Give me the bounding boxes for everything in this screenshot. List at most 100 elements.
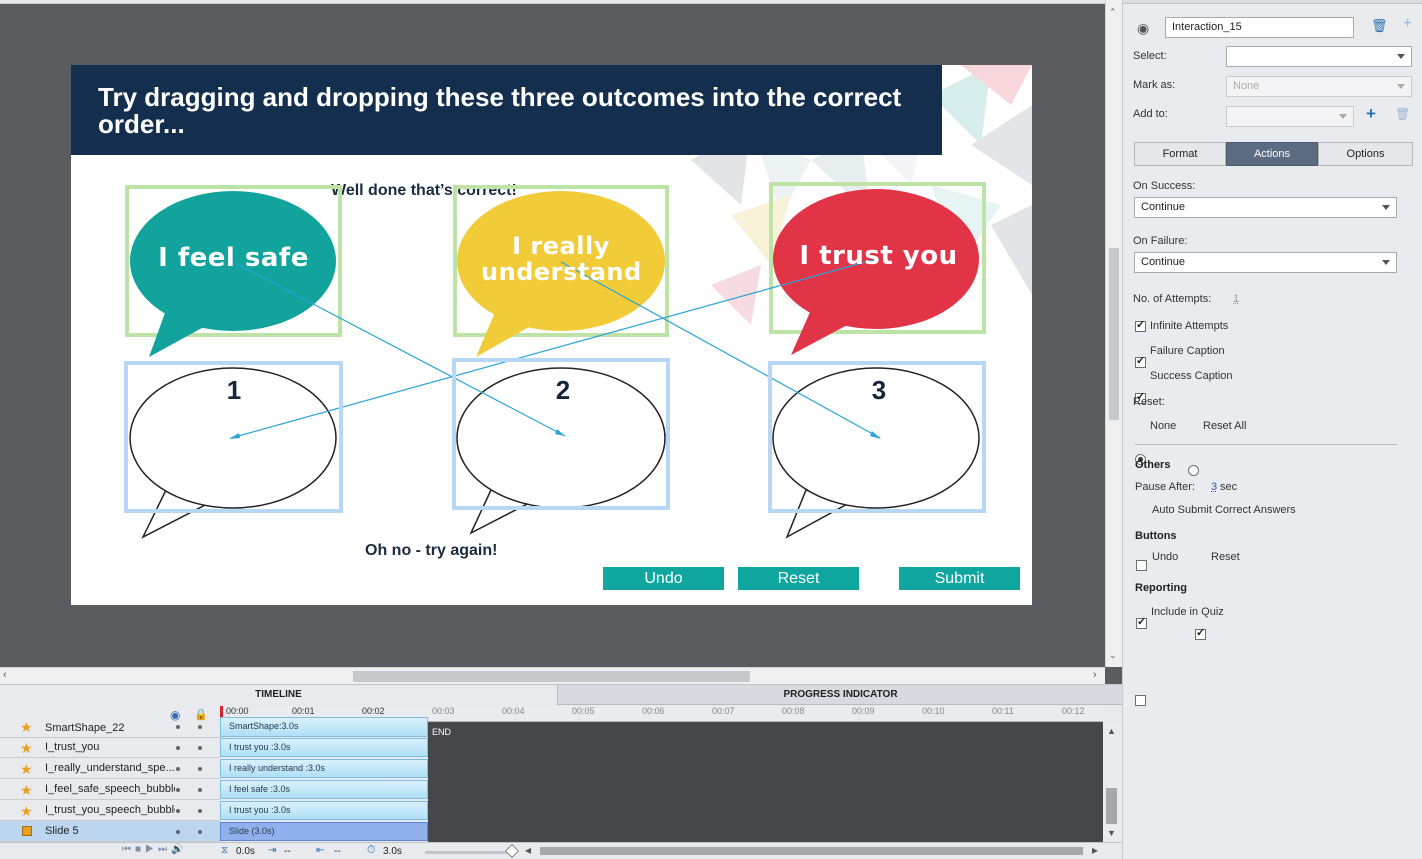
lock-dot[interactable]: [198, 830, 202, 834]
tab-format[interactable]: Format: [1134, 142, 1226, 166]
scroll-right-icon[interactable]: ▸: [1092, 843, 1098, 857]
timeline-tabs: TIMELINE PROGRESS INDICATOR: [0, 685, 1122, 705]
on-failure-label: On Failure:: [1133, 235, 1187, 247]
auto-submit-checkbox[interactable]: [1136, 560, 1147, 571]
buttons-heading: Buttons: [1135, 530, 1177, 542]
undo-checkbox[interactable]: [1136, 618, 1147, 629]
attempts-value[interactable]: 1: [1233, 293, 1239, 305]
layer-row-selected[interactable]: Slide 5: [0, 821, 220, 842]
scroll-left-icon[interactable]: ◂: [525, 843, 531, 857]
timeline-bar-slide[interactable]: Slide (3.0s): [220, 822, 428, 841]
trash-icon[interactable]: 🗑: [1371, 18, 1388, 34]
on-failure-dropdown[interactable]: Continue: [1134, 252, 1397, 273]
scroll-left-icon[interactable]: ‹: [3, 669, 7, 681]
lock-dot[interactable]: [198, 788, 202, 792]
tick-9: 00:09: [852, 706, 875, 716]
markas-dropdown[interactable]: None: [1226, 76, 1412, 97]
slide-canvas[interactable]: Try dragging and dropping these three ou…: [71, 65, 1032, 605]
addto-dropdown[interactable]: [1226, 106, 1354, 127]
layer-row[interactable]: ★ I_trust_you_speech_bubble: [0, 800, 220, 821]
tick-0: 00:00: [226, 706, 249, 716]
tick-11: 00:11: [992, 706, 1014, 716]
visibility-dot[interactable]: [176, 788, 180, 792]
lock-dot[interactable]: [198, 767, 202, 771]
bubble-text-trust-you: I trust you: [786, 241, 971, 271]
select-dropdown[interactable]: [1226, 46, 1412, 67]
layer-row[interactable]: ★ I_really_understand_spe...: [0, 758, 220, 779]
timeline-bar[interactable]: I feel safe :3.0s: [220, 780, 428, 799]
tick-8: 00:08: [782, 706, 805, 716]
visibility-dot[interactable]: [176, 746, 180, 750]
zoom-slider[interactable]: [425, 851, 517, 854]
bubbles-layer: [71, 65, 1032, 605]
tick-7: 00:07: [712, 706, 735, 716]
select-label: Select:: [1133, 50, 1167, 62]
zoom-slider-handle[interactable]: [505, 844, 519, 858]
properties-panel: ◉ Interaction_15 🗑 + Select: Mark as: No…: [1122, 0, 1422, 859]
layer-row[interactable]: ★ I_feel_safe_speech_bubble: [0, 779, 220, 800]
duration-icon: ⏱: [367, 844, 376, 857]
scroll-up-icon[interactable]: ⌃: [1109, 7, 1117, 18]
pause-after-value[interactable]: 3: [1211, 481, 1217, 493]
tab-timeline[interactable]: TIMELINE: [0, 685, 558, 705]
others-heading: Others: [1135, 459, 1170, 471]
visibility-dot[interactable]: [176, 809, 180, 813]
addto-plus-icon[interactable]: +: [1366, 104, 1376, 124]
scroll-up-icon[interactable]: ▲: [1107, 726, 1116, 736]
scroll-right-icon[interactable]: ›: [1093, 669, 1097, 681]
visibility-dot[interactable]: [176, 725, 180, 729]
layer-row[interactable]: ★ SmartShape_22: [0, 716, 220, 738]
stage-horizontal-scrollbar[interactable]: ‹ ›: [0, 667, 1105, 684]
lock-dot[interactable]: [198, 746, 202, 750]
reset-none-label: None: [1150, 420, 1176, 432]
failure-caption-checkbox[interactable]: [1135, 357, 1146, 368]
stage-vertical-scrollbar[interactable]: ⌃ ⌄: [1105, 0, 1122, 667]
timeline-bar[interactable]: I trust you :3.0s: [220, 801, 428, 820]
reset-all-radio[interactable]: [1188, 465, 1199, 476]
tick-10: 00:10: [922, 706, 945, 716]
add-icon[interactable]: +: [1403, 15, 1412, 33]
layer-name: SmartShape_22: [45, 718, 175, 738]
star-icon: ★: [20, 780, 33, 800]
tab-actions[interactable]: Actions: [1226, 142, 1318, 166]
visibility-dot[interactable]: [176, 830, 180, 834]
scroll-down-icon[interactable]: ▼: [1107, 828, 1116, 838]
infinite-attempts-checkbox[interactable]: [1135, 321, 1146, 332]
tab-options[interactable]: Options: [1318, 142, 1413, 166]
failure-caption-label: Failure Caption: [1150, 345, 1225, 357]
playback-controls[interactable]: ⏮■▶⏭🔊: [122, 844, 187, 855]
hscroll-thumb[interactable]: [353, 671, 750, 682]
addto-trash-icon[interactable]: 🗑: [1395, 107, 1410, 121]
timeline-bar[interactable]: I really understand :3.0s: [220, 759, 428, 778]
timeline-hscroll-thumb[interactable]: [540, 847, 1083, 855]
submit-button[interactable]: Submit: [898, 566, 1021, 591]
on-success-label: On Success:: [1133, 180, 1195, 192]
timeline-bar[interactable]: SmartShape:3.0s: [220, 717, 428, 737]
tab-progress-indicator[interactable]: PROGRESS INDICATOR: [559, 685, 1122, 705]
end-marker: END: [432, 727, 451, 737]
out-point-icon: ⇤: [316, 845, 324, 856]
timeline-bar[interactable]: I trust you :3.0s: [220, 738, 428, 757]
scroll-thumb[interactable]: [1109, 248, 1119, 420]
reset-label-2: Reset: [1211, 551, 1240, 563]
eye-icon[interactable]: ◉: [1137, 20, 1149, 37]
visibility-dot[interactable]: [176, 767, 180, 771]
duration-value: 3.0s: [383, 846, 402, 857]
layer-name: I_really_understand_spe...: [45, 758, 175, 778]
tick-1: 00:01: [292, 706, 315, 716]
on-success-dropdown[interactable]: Continue: [1134, 197, 1397, 218]
scroll-down-icon[interactable]: ⌄: [1109, 650, 1117, 661]
scroll-thumb[interactable]: [1106, 788, 1117, 824]
reset-checkbox[interactable]: [1195, 629, 1206, 640]
timeline-vertical-scrollbar[interactable]: ▲ ▼: [1103, 722, 1122, 842]
reset-button[interactable]: Reset: [737, 566, 860, 591]
target-number-2: 2: [543, 375, 583, 406]
lock-dot[interactable]: [198, 809, 202, 813]
include-quiz-checkbox[interactable]: [1135, 695, 1146, 706]
infinite-attempts-label: Infinite Attempts: [1150, 320, 1228, 332]
object-name-field[interactable]: Interaction_15: [1165, 17, 1354, 38]
layer-row[interactable]: ★ I_trust_you: [0, 737, 220, 758]
on-failure-value: Continue: [1141, 256, 1185, 268]
lock-dot[interactable]: [198, 725, 202, 729]
undo-button[interactable]: Undo: [602, 566, 725, 591]
